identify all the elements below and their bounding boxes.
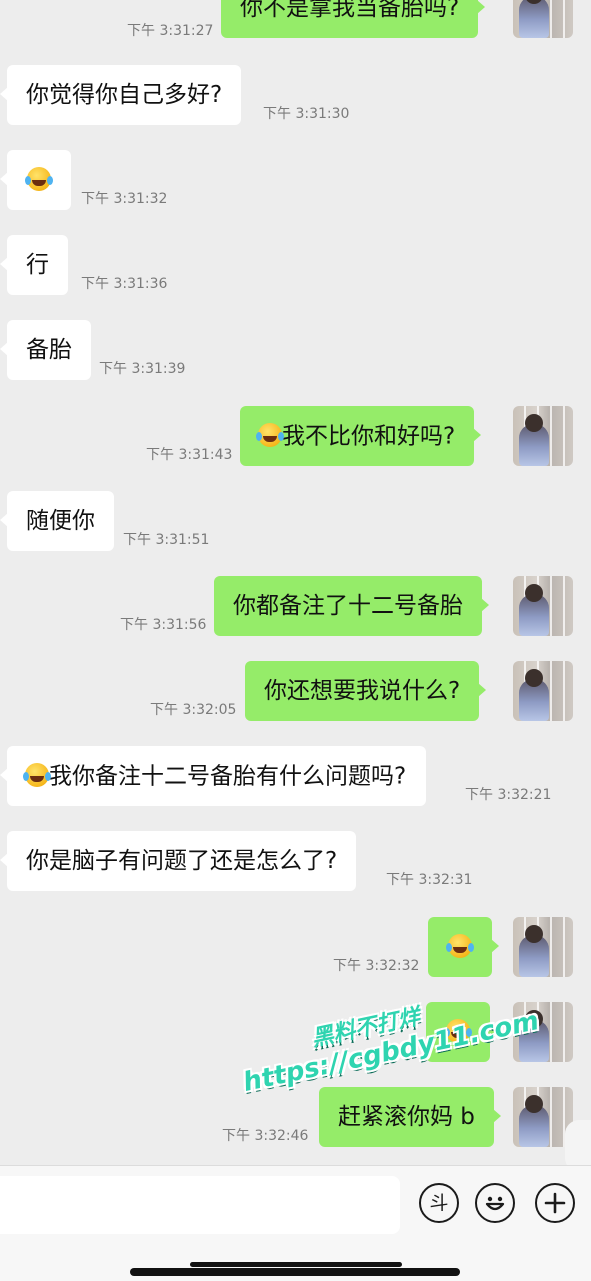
voice-switch-glyph: 斗 (429, 1191, 449, 1214)
message-text: 你不是拿我当备胎吗? (240, 0, 460, 21)
timestamp: 下午 3:32:32 (333, 958, 420, 974)
message-text: 你还想要我说什么? (264, 678, 461, 704)
timestamp: 下午 3:32:31 (386, 872, 473, 888)
message-bubble-incoming[interactable]: 备胎 (0, 320, 91, 380)
message-text: 你都备注了十二号备胎 (233, 593, 463, 619)
message-row (0, 1002, 591, 1062)
message-bubble-outgoing[interactable]: 你不是拿我当备胎吗? (221, 0, 486, 38)
message-text: 你觉得你自己多好? (26, 82, 223, 108)
message-text: 随便你 (26, 508, 95, 534)
user-avatar[interactable] (513, 1087, 573, 1147)
smiley-glyph (485, 1196, 505, 1211)
laughing-tears-emoji-icon (25, 166, 51, 191)
message-bubble-incoming[interactable]: 你觉得你自己多好? (0, 65, 242, 125)
message-row: 备胎 下午 3:31:39 (0, 320, 591, 380)
message-text: 你是脑子有问题了还是怎么了? (26, 848, 338, 874)
timestamp: 下午 3:31:51 (123, 532, 210, 548)
chat-area[interactable]: 下午 3:31:27 你不是拿我当备胎吗? 你觉得你自己多好? 下午 3:31:… (0, 0, 591, 1165)
timestamp: 下午 3:32:46 (222, 1128, 309, 1144)
user-avatar[interactable] (513, 0, 573, 38)
message-text: 我不比你和好吗? (282, 423, 456, 450)
timestamp: 下午 3:31:36 (81, 276, 168, 292)
message-bubble-incoming[interactable]: 行 (0, 235, 68, 295)
message-row: 下午 3:32:46 赶紧滚你妈 b (0, 1087, 591, 1147)
timestamp: 下午 3:31:39 (99, 361, 186, 377)
timestamp: 下午 3:31:27 (127, 23, 214, 39)
message-text: 行 (26, 252, 49, 278)
message-bubble-outgoing[interactable] (426, 1002, 497, 1062)
laughing-tears-emoji-icon (23, 762, 49, 787)
message-bubble-incoming[interactable]: 我你备注十二号备胎有什么问题吗? (0, 746, 427, 806)
message-row: 下午 3:31:56 你都备注了十二号备胎 (0, 576, 591, 636)
user-avatar[interactable] (513, 576, 573, 636)
message-bubble-outgoing[interactable]: 你还想要我说什么? (245, 661, 487, 721)
timestamp: 下午 3:31:43 (146, 447, 233, 463)
message-bubble-outgoing[interactable] (428, 917, 499, 977)
message-row: 我你备注十二号备胎有什么问题吗? 下午 3:32:21 (0, 746, 591, 806)
timestamp: 下午 3:32:05 (150, 702, 237, 718)
message-row: 下午 3:31:32 (0, 150, 591, 210)
message-bubble-incoming[interactable]: 随便你 (0, 491, 114, 551)
message-row: 下午 3:31:43 我不比你和好吗? (0, 406, 591, 466)
message-row: 行 下午 3:31:36 (0, 235, 591, 295)
smiley-icon[interactable] (475, 1183, 515, 1223)
laughing-tears-emoji-icon (256, 422, 282, 447)
timestamp: 下午 3:31:56 (120, 617, 207, 633)
message-bubble-outgoing[interactable]: 我不比你和好吗? (240, 406, 482, 466)
timestamp: 下午 3:31:30 (263, 106, 350, 122)
message-input[interactable] (0, 1176, 400, 1234)
plus-icon[interactable] (535, 1183, 575, 1223)
message-row: 你觉得你自己多好? 下午 3:31:30 (0, 65, 591, 125)
home-indicator-secondary (190, 1262, 402, 1267)
message-bubble-incoming[interactable] (0, 150, 71, 210)
message-bubble-outgoing[interactable]: 你都备注了十二号备胎 (214, 576, 489, 636)
user-avatar[interactable] (513, 917, 573, 977)
message-text: 我你备注十二号备胎有什么问题吗? (49, 763, 407, 790)
message-row: 你是脑子有问题了还是怎么了? 下午 3:32:31 (0, 831, 591, 891)
user-avatar[interactable] (513, 406, 573, 466)
message-text: 备胎 (26, 337, 72, 363)
laughing-tears-emoji-icon (444, 1018, 470, 1043)
message-row: 下午 3:32:32 (0, 917, 591, 977)
message-bubble-outgoing[interactable]: 赶紧滚你妈 b (319, 1087, 501, 1147)
message-row: 下午 3:32:05 你还想要我说什么? (0, 661, 591, 721)
voice-switch-icon[interactable]: 斗 (419, 1183, 459, 1223)
timestamp: 下午 3:31:32 (81, 191, 168, 207)
message-text: 赶紧滚你妈 b (338, 1104, 475, 1130)
plus-glyph (544, 1192, 566, 1214)
message-bubble-incoming[interactable]: 你是脑子有问题了还是怎么了? (0, 831, 357, 891)
message-row: 随便你 下午 3:31:51 (0, 491, 591, 551)
message-row: 下午 3:31:27 你不是拿我当备胎吗? (0, 0, 591, 39)
home-indicator[interactable] (130, 1268, 460, 1276)
laughing-tears-emoji-icon (446, 933, 472, 958)
user-avatar[interactable] (513, 1002, 573, 1062)
timestamp: 下午 3:32:21 (465, 787, 552, 803)
user-avatar[interactable] (513, 661, 573, 721)
